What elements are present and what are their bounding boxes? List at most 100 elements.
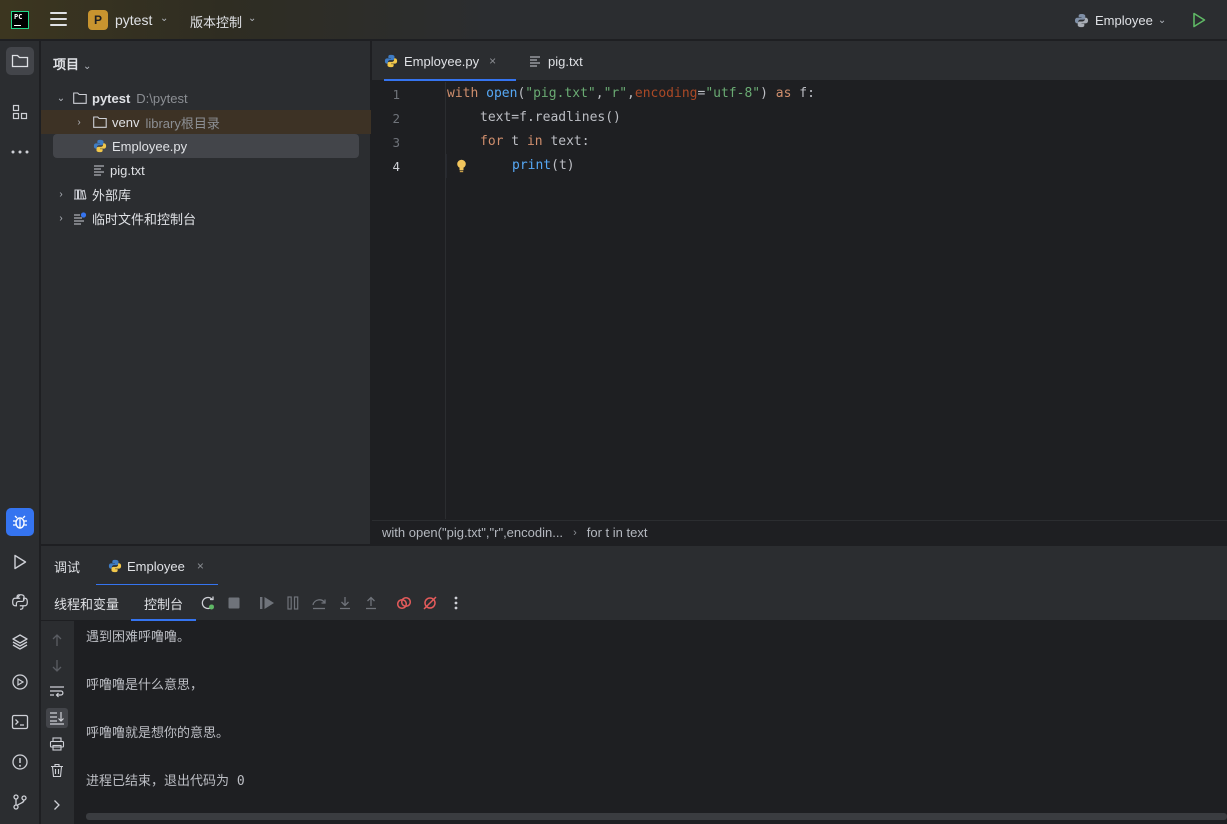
- services-icon[interactable]: [6, 668, 34, 696]
- editor-tab-bar: Employee.py × pig.txt: [372, 41, 1227, 81]
- lightbulb-icon[interactable]: [456, 159, 467, 173]
- debug-toolbar: 线程和变量 控制台: [41, 585, 1227, 621]
- close-icon[interactable]: ×: [489, 54, 496, 68]
- step-over-icon[interactable]: [310, 594, 328, 612]
- chevron-right-icon[interactable]: [46, 795, 68, 815]
- structure-icon[interactable]: [6, 98, 34, 126]
- python-file-icon: [384, 54, 398, 68]
- problems-icon[interactable]: [6, 748, 34, 776]
- resume-icon[interactable]: [258, 594, 276, 612]
- run-icon[interactable]: [6, 548, 34, 576]
- arrow-down-icon[interactable]: [46, 656, 68, 676]
- stop-icon[interactable]: [225, 594, 243, 612]
- mute-breakpoints-icon[interactable]: [421, 594, 439, 612]
- code-line-3: for t in text:: [480, 130, 590, 154]
- debug-tab-bar: 调试 Employee ×: [41, 545, 1227, 586]
- scroll-to-end-icon[interactable]: [46, 708, 68, 728]
- code-token: t: [503, 134, 527, 149]
- run-icon[interactable]: [1192, 12, 1206, 28]
- tree-item-pytest[interactable]: ⌄ pytest D:\pytest: [41, 86, 371, 110]
- tree-item-note: library根目录: [145, 115, 220, 131]
- folder-icon: [73, 92, 87, 104]
- text-file-icon: [94, 165, 104, 176]
- tree-item-label: 临时文件和控制台: [92, 211, 197, 227]
- breadcrumb-item[interactable]: for t in text: [587, 525, 648, 540]
- text-file-icon: [530, 56, 540, 67]
- chevron-down-icon: ⌄: [1157, 14, 1167, 26]
- code-token: ,: [627, 86, 635, 101]
- code-token: as: [775, 86, 792, 101]
- tab-threads-variables[interactable]: 线程和变量: [54, 585, 119, 621]
- tree-item-venv[interactable]: › venv library根目录: [41, 110, 371, 134]
- tab-label: Employee.py: [404, 53, 480, 69]
- tree-item-path: D:\pytest: [136, 90, 188, 106]
- chevron-right-icon[interactable]: ›: [55, 189, 67, 200]
- chevron-down-icon[interactable]: ⌄: [55, 93, 67, 104]
- more-icon[interactable]: [6, 138, 34, 166]
- tree-item-pig-txt[interactable]: pig.txt: [41, 158, 371, 182]
- tab-debug[interactable]: 调试: [54, 546, 80, 586]
- code-token: for: [480, 134, 504, 149]
- chevron-right-icon[interactable]: ›: [55, 213, 67, 224]
- code-token: text:: [542, 134, 590, 149]
- tab-employee-py[interactable]: Employee.py ×: [384, 41, 516, 81]
- vcs-menu[interactable]: 版本控制: [190, 12, 242, 31]
- tree-item-label: 外部库: [92, 187, 132, 203]
- layers-icon[interactable]: [6, 628, 34, 656]
- tree-item-scratches[interactable]: › 临时文件和控制台: [41, 206, 371, 230]
- python-console-icon[interactable]: [6, 588, 34, 616]
- breadcrumb-item[interactable]: with open("pig.txt","r",encodin...: [382, 525, 563, 540]
- tree-item-external-libraries[interactable]: › 外部库: [41, 182, 371, 206]
- step-into-icon[interactable]: [336, 594, 354, 612]
- title-bar: PC P pytest ⌄ 版本控制 ⌄ Employee ⌄: [0, 0, 1227, 40]
- print-icon[interactable]: [46, 734, 68, 754]
- code-token: encoding: [634, 86, 698, 101]
- folder-icon: [93, 116, 107, 128]
- console-output[interactable]: 遇到困难呼噜噜。 呼噜噜是什么意思， 呼噜噜就是想你的意思。 进程已结束，退出代…: [74, 621, 1227, 824]
- tab-pig-txt[interactable]: pig.txt: [529, 41, 583, 81]
- run-config-selector[interactable]: Employee ⌄: [1074, 10, 1166, 30]
- close-icon[interactable]: ×: [197, 559, 204, 573]
- chevron-down-icon[interactable]: ⌄: [160, 13, 168, 24]
- arrow-up-icon[interactable]: [46, 630, 68, 650]
- git-icon[interactable]: [6, 788, 34, 816]
- step-out-icon[interactable]: [362, 594, 380, 612]
- scratches-icon: [74, 211, 87, 225]
- project-panel-header[interactable]: 项目 ⌄: [53, 54, 91, 73]
- soft-wrap-icon[interactable]: [46, 682, 68, 702]
- tree-item-employee-py[interactable]: Employee.py: [53, 134, 359, 158]
- project-selector[interactable]: pytest: [115, 12, 152, 28]
- rerun-icon[interactable]: [199, 594, 217, 612]
- main-menu-button[interactable]: [50, 12, 67, 28]
- view-breakpoints-icon[interactable]: [395, 594, 413, 612]
- trash-icon[interactable]: [46, 760, 68, 780]
- debug-icon[interactable]: [6, 508, 34, 536]
- project-badge[interactable]: P: [88, 10, 108, 30]
- code-token: ,: [595, 86, 604, 101]
- tool-window-strip: [0, 41, 40, 824]
- chevron-down-icon[interactable]: ⌄: [248, 13, 256, 24]
- python-icon: [108, 559, 122, 573]
- code-line-1: with open("pig.txt","r",encoding="utf-8"…: [447, 82, 815, 106]
- tree-item-label: pig.txt: [110, 162, 145, 178]
- editor-gutter: 1 2 3 4: [372, 82, 446, 519]
- console-line: 呼噜噜是什么意思，: [86, 678, 204, 693]
- tab-console[interactable]: 控制台: [131, 585, 196, 621]
- code-token: "r": [603, 86, 628, 101]
- console-line: 遇到困难呼噜噜。: [86, 630, 191, 645]
- code-editor[interactable]: with open("pig.txt","r",encoding="utf-8"…: [447, 82, 1227, 519]
- terminal-icon[interactable]: [6, 708, 34, 736]
- chevron-right-icon: ›: [573, 526, 577, 539]
- breadcrumb: with open("pig.txt","r",encodin... › for…: [372, 520, 1227, 544]
- pause-icon[interactable]: [284, 594, 302, 612]
- chevron-right-icon[interactable]: ›: [73, 117, 85, 128]
- library-icon: [74, 189, 87, 200]
- more-icon[interactable]: [447, 594, 465, 612]
- horizontal-scrollbar[interactable]: [86, 813, 1227, 820]
- code-token: (t): [551, 158, 575, 173]
- console-line: 进程已结束，退出代码为 0: [86, 774, 245, 789]
- tab-label: pig.txt: [548, 53, 583, 69]
- pycharm-logo-icon[interactable]: PC: [11, 11, 29, 29]
- project-folder-icon[interactable]: [6, 47, 34, 75]
- tab-employee-session[interactable]: Employee ×: [96, 546, 218, 586]
